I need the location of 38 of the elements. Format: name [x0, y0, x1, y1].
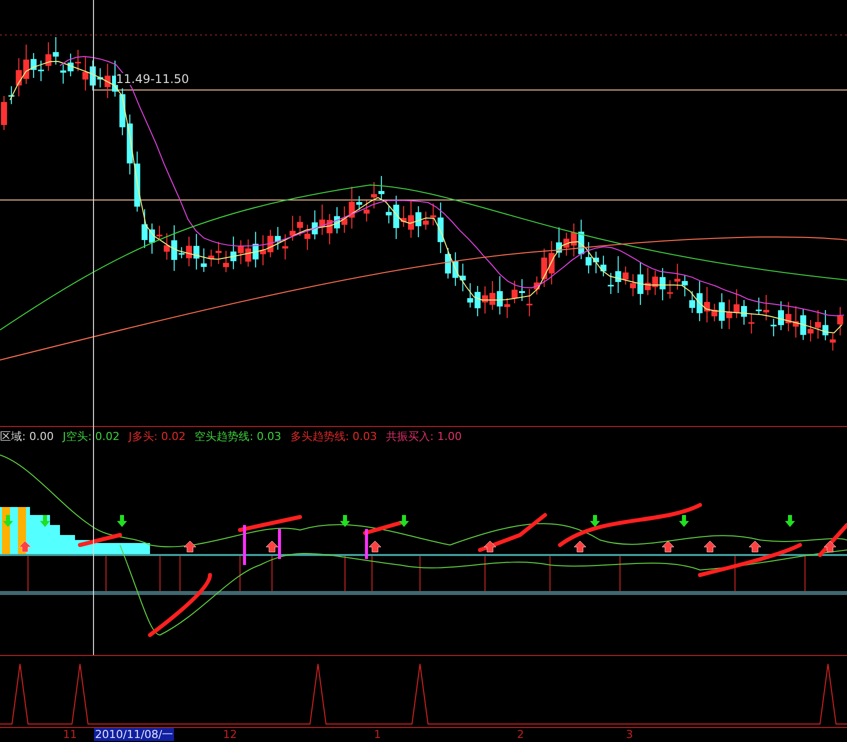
down-arrow-icon — [117, 515, 127, 527]
down-arrow-icon — [3, 515, 13, 527]
up-arrow-icon — [368, 540, 382, 552]
time-axis-label: 12 — [222, 728, 238, 741]
price-range-label: 11.49-11.50 — [116, 73, 190, 85]
up-arrow-icon — [184, 540, 196, 552]
signal-line — [734, 556, 736, 592]
signal-bar — [365, 529, 368, 559]
up-arrow-icon — [266, 540, 278, 552]
indicator-legend-label: J空头: 0.02 — [62, 430, 120, 442]
indicator-legend-label: 空头趋势线: 0.03 — [194, 430, 282, 442]
up-arrow-icon — [484, 540, 496, 552]
up-arrow-icon — [18, 540, 32, 552]
signal-bar — [278, 529, 281, 559]
down-arrow-icon — [340, 515, 350, 527]
down-arrow-icon — [590, 515, 600, 527]
signal-line — [344, 556, 346, 592]
down-arrow-icon — [40, 515, 50, 527]
up-arrow-icon — [662, 540, 674, 552]
time-axis-label: 1 — [373, 728, 382, 741]
signal-bar — [243, 525, 246, 565]
down-arrow-icon — [399, 515, 409, 527]
time-axis-label: 2 — [516, 728, 525, 741]
up-arrow-icon — [824, 540, 836, 552]
time-axis-label: 3 — [625, 728, 634, 741]
up-arrow-icon — [704, 540, 716, 552]
down-arrow-icon — [785, 515, 795, 527]
time-axis-label: 11 — [62, 728, 78, 741]
up-arrow-icon — [748, 540, 762, 552]
indicator-legend-label: 区域: 0.00 — [0, 430, 54, 442]
indicator-legend-label: 多头趋势线: 0.03 — [290, 430, 378, 442]
signal-line — [804, 556, 806, 592]
indicator-legend-label: 共振买入: 1.00 — [386, 430, 462, 442]
indicator-legend-label: J多头: 0.02 — [128, 430, 186, 442]
down-arrow-icon — [679, 515, 689, 527]
signal-line — [484, 556, 486, 592]
time-axis-label: 2010/11/08/一 — [94, 728, 174, 741]
up-arrow-icon — [574, 540, 586, 552]
